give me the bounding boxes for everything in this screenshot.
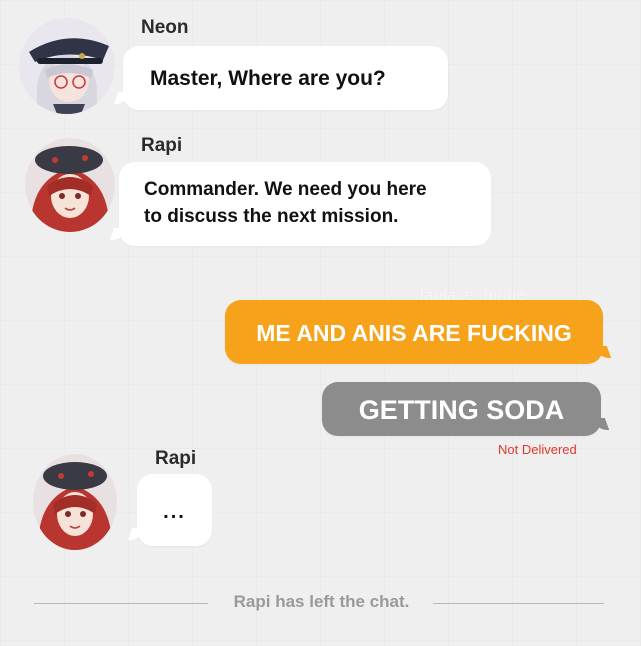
sender-name-rapi: Rapi	[141, 135, 183, 156]
divider-right	[433, 603, 604, 604]
message-bubble-neon[interactable]: Master, Where are you?	[123, 46, 448, 110]
message-bubble-rapi[interactable]: Commander. We need you here to discuss t…	[119, 162, 491, 246]
message-text: ME AND ANIS ARE FUCKING	[256, 320, 572, 346]
message-text-line-1: Commander. We need you here	[144, 179, 427, 200]
message-text: Master, Where are you?	[150, 67, 386, 90]
typing-bubble[interactable]: ...	[137, 474, 212, 546]
typing-dots: ...	[163, 501, 186, 523]
rapi-avatar-icon[interactable]	[25, 138, 115, 232]
sender-name-rapi: Rapi	[155, 448, 197, 469]
not-delivered-status: Not Delivered	[498, 442, 577, 457]
message-text: GETTING SODA	[358, 395, 565, 425]
outgoing-message-bubble[interactable]: GETTING SODA	[322, 382, 601, 436]
neon-avatar-icon[interactable]	[19, 18, 115, 114]
sender-name-neon: Neon	[141, 17, 189, 38]
system-message: Rapi has left the chat.	[233, 592, 410, 611]
message-text-line-2: to discuss the next mission.	[144, 206, 399, 227]
divider-left	[34, 603, 208, 604]
outgoing-message-bubble[interactable]: ME AND ANIS ARE FUCKING	[225, 300, 603, 364]
rapi-avatar-icon[interactable]	[33, 454, 117, 550]
